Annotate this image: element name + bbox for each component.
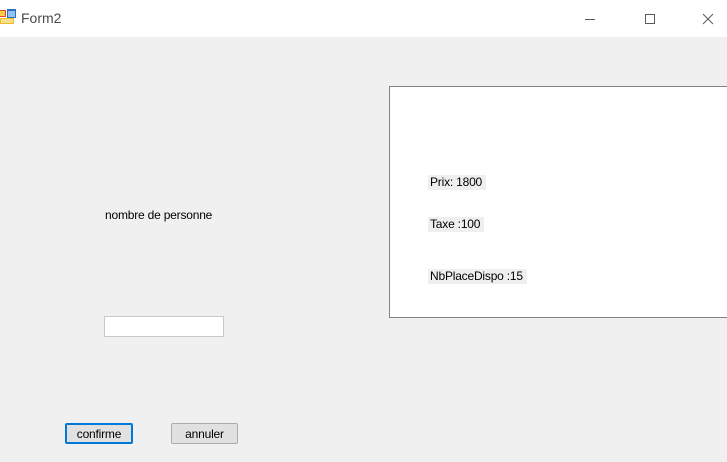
app-form-icon [0, 9, 16, 24]
nombre-de-personne-label: nombre de personne [105, 208, 213, 222]
minimize-icon [585, 18, 595, 20]
title-bar[interactable]: Form2 [0, 0, 727, 37]
nombre-de-personne-input[interactable] [104, 316, 224, 337]
window-title: Form2 [21, 10, 62, 26]
annuler-button[interactable]: annuler [171, 423, 238, 444]
confirme-button[interactable]: confirme [65, 423, 133, 444]
close-button[interactable] [685, 0, 727, 37]
minimize-button[interactable] [567, 0, 613, 37]
taxe-label: Taxe :100 [428, 217, 485, 232]
form-client-area: nombre de personne confirme annuler Prix… [0, 37, 727, 462]
nb-place-dispo-label: NbPlaceDispo :15 [428, 269, 527, 284]
maximize-button[interactable] [627, 0, 673, 37]
close-icon [702, 13, 714, 24]
info-panel: Prix: 1800 Taxe :100 NbPlaceDispo :15 [389, 86, 727, 318]
prix-label: Prix: 1800 [428, 175, 487, 190]
maximize-icon [645, 13, 655, 24]
